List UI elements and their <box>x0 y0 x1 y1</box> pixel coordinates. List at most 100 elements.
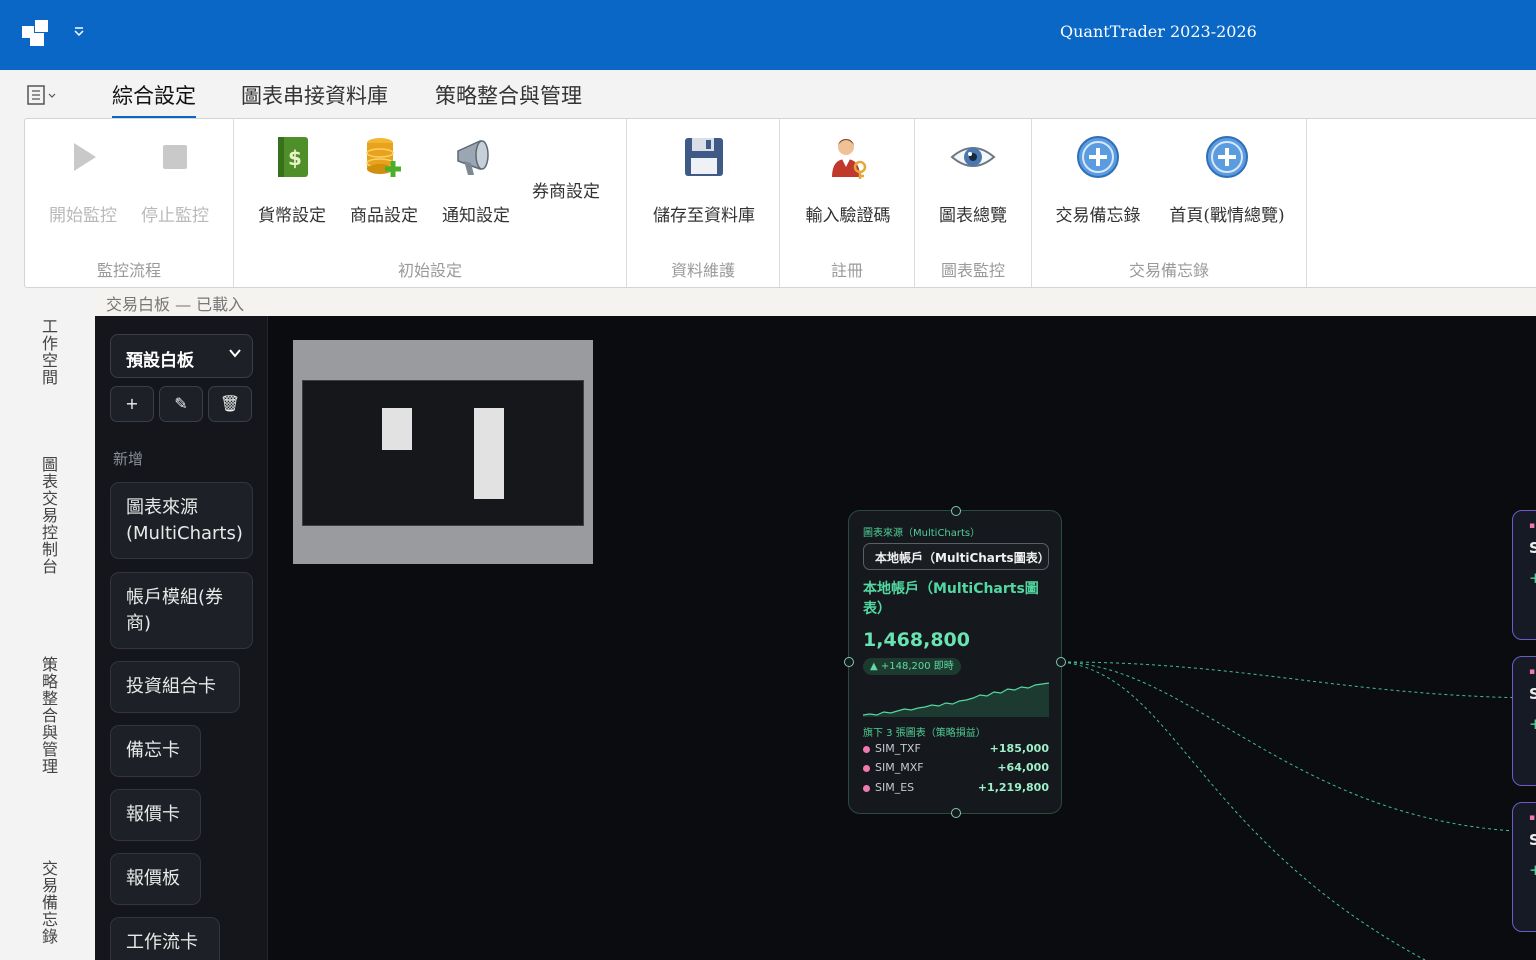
nav-strategy-management[interactable]: 策略整合與管理 <box>36 656 60 775</box>
tab-strategy-management[interactable]: 策略整合與管理 <box>435 80 582 116</box>
sparkline-area <box>863 683 1049 717</box>
value-delta-badge: ▲ +148,200 即時 <box>863 658 961 675</box>
ribbon-tab-bar: 綜合設定 圖表串接資料庫 策略整合與管理 <box>0 70 1536 119</box>
currency-settings-label: 貨幣設定 <box>258 206 326 226</box>
save-to-database-label: 儲存至資料庫 <box>653 206 755 226</box>
plus-circle-icon <box>1074 133 1122 181</box>
node-value-partial: + <box>1529 569 1536 587</box>
sidebar-toggle-icon[interactable] <box>26 84 60 106</box>
node-type-marker: ▪ <box>1529 813 1536 823</box>
nav-trade-memo[interactable]: 交易備忘錄 <box>36 860 60 945</box>
chart-row: SIM_TXF +185,000 <box>863 741 1049 759</box>
edge <box>1061 661 1426 960</box>
palette-item-memo-card[interactable]: 備忘卡 <box>110 725 201 777</box>
minimap[interactable] <box>293 340 593 564</box>
node-handle-right[interactable] <box>1056 657 1066 667</box>
ribbon-group-data-maintenance: 儲存至資料庫 資料維護 <box>627 119 780 287</box>
palette-item-workflow-card[interactable]: 工作流卡 <box>110 917 220 960</box>
board-select[interactable]: 預設白板 <box>110 334 253 378</box>
plus-circle-icon <box>1203 133 1251 181</box>
edit-board-button[interactable]: ✎ <box>159 386 203 422</box>
stop-icon <box>151 133 199 181</box>
status-dot <box>863 746 870 753</box>
quick-access-dropdown-icon[interactable] <box>70 24 88 44</box>
enter-code-label: 輸入驗證碼 <box>805 206 891 226</box>
strategy-node-partial[interactable]: ▪ S + <box>1512 802 1536 932</box>
enter-code-button[interactable]: 輸入驗證碼 <box>798 133 898 226</box>
group-label-maintenance: 資料維護 <box>670 261 735 280</box>
add-board-button[interactable]: + <box>110 386 154 422</box>
ribbon-group-monitor: 開始監控 停止監控 監控流程 <box>25 119 234 287</box>
chevron-down-icon <box>228 345 242 364</box>
palette-item-quote-board[interactable]: 報價板 <box>110 853 201 905</box>
stop-monitor-button[interactable]: 停止監控 <box>139 133 211 226</box>
account-select[interactable]: 本地帳戶（MultiCharts圖表） <box>863 543 1049 570</box>
start-monitor-button[interactable]: 開始監控 <box>47 133 119 226</box>
currency-settings-button[interactable]: $ 貨幣設定 <box>256 133 328 226</box>
status-line: 交易白板 — 已載入 <box>95 288 1536 316</box>
product-settings-label: 商品設定 <box>350 206 418 226</box>
play-icon <box>59 133 107 181</box>
trade-memo-label: 交易備忘錄 <box>1055 206 1141 226</box>
save-to-database-button[interactable]: 儲存至資料庫 <box>645 133 763 226</box>
palette-item-account-module[interactable]: 帳戶模組(券商) <box>110 572 253 649</box>
whiteboard-canvas[interactable]: 預設白板 + ✎ 🗑 新增 圖表來源(MultiCharts) 帳戶模組(券商)… <box>95 316 1536 960</box>
node-handle-left[interactable] <box>844 657 854 667</box>
nav-workspace[interactable]: 工作空間 <box>36 318 60 386</box>
ribbon-panel: 開始監控 停止監控 監控流程 $ 貨幣設定 商品設定 通知設定 券商設定 初始設… <box>24 118 1536 288</box>
app-logo-icon <box>22 20 50 48</box>
chart-name: SIM_ES <box>875 781 915 794</box>
status-text: 交易白板 — 已載入 <box>106 295 245 314</box>
ribbon-group-trade-memo: 交易備忘錄 首頁(戰情總覽) 交易備忘錄 <box>1032 119 1307 287</box>
group-label-chart-monitor: 圖表監控 <box>940 261 1005 280</box>
palette-item-portfolio-card[interactable]: 投資組合卡 <box>110 661 240 713</box>
svg-text:$: $ <box>288 146 302 170</box>
palette-item-quote-card[interactable]: 報價卡 <box>110 789 201 841</box>
money-icon: $ <box>268 133 316 181</box>
group-label-memo: 交易備忘錄 <box>1128 261 1209 280</box>
node-title-partial: S <box>1529 539 1536 557</box>
palette-item-chart-source[interactable]: 圖表來源(MultiCharts) <box>110 482 253 559</box>
chart-name: SIM_MXF <box>875 761 924 774</box>
chart-name: SIM_TXF <box>875 742 921 755</box>
group-label-initial: 初始設定 <box>397 261 462 280</box>
tab-chart-database[interactable]: 圖表串接資料庫 <box>241 80 388 116</box>
account-value: 1,468,800 <box>863 629 970 651</box>
group-label-register: 註冊 <box>830 261 863 280</box>
chart-source-node[interactable]: 圖表來源（MultiCharts） 本地帳戶（MultiCharts圖表） 本地… <box>844 506 1066 818</box>
home-dashboard-button[interactable]: 首頁(戰情總覽) <box>1162 133 1292 226</box>
node-type-marker: ▪ <box>1529 521 1536 531</box>
chart-overview-button[interactable]: 圖表總覽 <box>933 133 1013 226</box>
chart-overview-label: 圖表總覽 <box>939 206 1007 226</box>
chart-row: SIM_ES +1,219,800 <box>863 780 1049 798</box>
equity-sparkline <box>863 682 1049 717</box>
notification-settings-label: 通知設定 <box>442 206 510 226</box>
title-bar: QuantTrader 2023-2026 <box>0 0 1536 70</box>
node-handle-top[interactable] <box>951 506 961 516</box>
chart-pnl: +185,000 <box>989 742 1049 755</box>
broker-settings-button[interactable]: 券商設定 <box>532 177 600 202</box>
user-key-icon <box>824 133 872 181</box>
strategy-node-partial[interactable]: ▪ S + <box>1512 656 1536 786</box>
home-dashboard-label: 首頁(戰情總覽) <box>1169 206 1285 226</box>
strategy-node-partial[interactable]: ▪ S + <box>1512 510 1536 640</box>
tab-general-settings[interactable]: 綜合設定 <box>112 80 196 119</box>
eye-icon <box>949 133 997 181</box>
node-title: 本地帳戶（MultiCharts圖表） <box>863 581 1039 617</box>
nav-chart-trading-console[interactable]: 圖表交易控制台 <box>36 456 60 575</box>
window-title: QuantTrader 2023-2026 <box>1060 22 1257 41</box>
group-label-monitor: 監控流程 <box>96 261 161 280</box>
database-add-icon <box>360 133 408 181</box>
add-section-label: 新增 <box>113 450 144 468</box>
node-title-partial: S <box>1529 831 1536 849</box>
trade-memo-button[interactable]: 交易備忘錄 <box>1048 133 1148 226</box>
product-settings-button[interactable]: 商品設定 <box>348 133 420 226</box>
ribbon-group-register: 輸入驗證碼 註冊 <box>780 119 915 287</box>
charts-subheading: 旗下 3 張圖表（策略損益） <box>863 728 986 739</box>
node-handle-bottom[interactable] <box>951 808 961 818</box>
notification-settings-button[interactable]: 通知設定 <box>440 133 512 226</box>
node-type-label: 圖表來源（MultiCharts） <box>863 528 981 539</box>
delete-board-button[interactable]: 🗑 <box>208 386 252 422</box>
minimap-node <box>474 408 504 499</box>
minimap-viewport[interactable] <box>302 380 584 526</box>
